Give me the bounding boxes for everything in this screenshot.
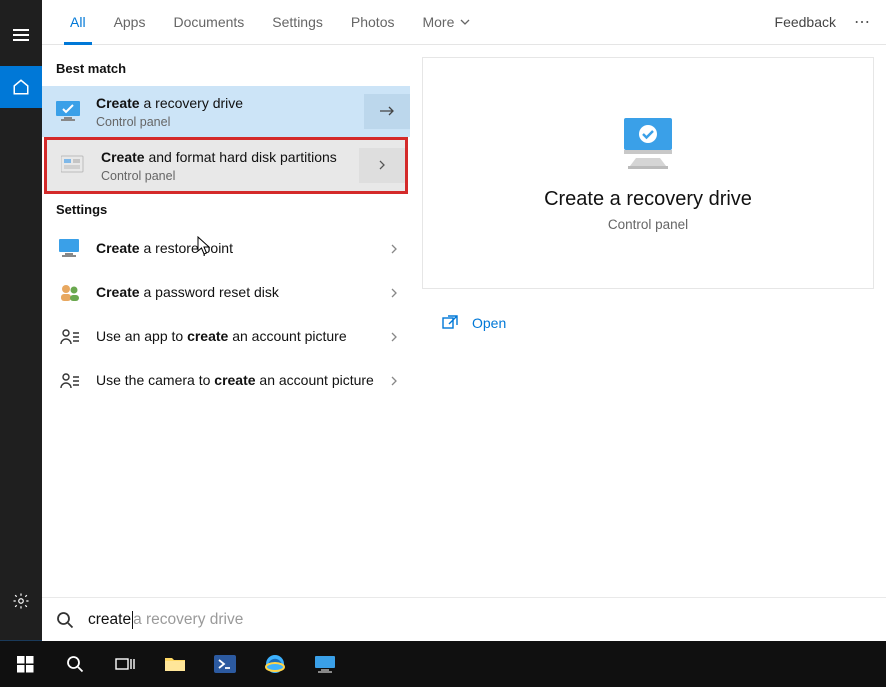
tab-more-label: More xyxy=(422,14,454,30)
preview-pane: Create a recovery drive Control panel Op… xyxy=(410,45,886,640)
settings-results: Create a restore point Create a password… xyxy=(42,227,410,403)
preview-open-label: Open xyxy=(472,315,506,331)
tab-documents[interactable]: Documents xyxy=(159,0,258,45)
settings-button[interactable] xyxy=(0,580,42,622)
search-typed-text: create xyxy=(88,611,131,629)
more-options-button[interactable]: ⋯ xyxy=(854,12,872,32)
result-title: Use an app to create an account picture xyxy=(96,327,374,346)
chevron-right-icon xyxy=(377,160,387,170)
result-title: Create a recovery drive xyxy=(96,94,360,113)
result-expand-button[interactable] xyxy=(359,148,405,183)
taskbar-file-explorer[interactable] xyxy=(150,641,200,687)
task-view-button[interactable] xyxy=(100,641,150,687)
taskbar-ie[interactable] xyxy=(250,641,300,687)
home-button[interactable] xyxy=(0,66,42,108)
tab-all[interactable]: All xyxy=(56,0,100,45)
cortana-sidebar xyxy=(0,0,42,640)
search-filter-bar: All Apps Documents Settings Photos More … xyxy=(42,0,886,45)
windows-icon xyxy=(17,656,34,673)
tab-photos[interactable]: Photos xyxy=(337,0,409,45)
result-title: Use the camera to create an account pict… xyxy=(96,371,374,390)
chevron-down-icon xyxy=(460,17,470,27)
tab-settings[interactable]: Settings xyxy=(258,0,337,45)
search-suggestion-text: a recovery drive xyxy=(133,611,243,629)
result-disk-partitions[interactable]: Create and format hard disk partitions C… xyxy=(44,137,408,194)
desktop-icon xyxy=(314,655,336,673)
result-expand-button[interactable] xyxy=(364,94,410,129)
result-expand-button[interactable] xyxy=(378,323,410,351)
hamburger-icon xyxy=(13,29,29,41)
ie-icon xyxy=(264,653,286,675)
result-subtitle: Control panel xyxy=(96,115,360,129)
chevron-right-icon xyxy=(389,376,399,386)
preview-subtitle: Control panel xyxy=(608,217,688,232)
tab-apps[interactable]: Apps xyxy=(100,0,160,45)
folder-icon xyxy=(164,655,186,673)
result-expand-button[interactable] xyxy=(378,279,410,307)
search-icon xyxy=(56,611,74,629)
preview-card: Create a recovery drive Control panel xyxy=(422,57,874,289)
taskbar xyxy=(0,641,886,687)
result-expand-button[interactable] xyxy=(378,367,410,395)
powershell-icon xyxy=(214,655,236,673)
search-input[interactable]: create a recovery drive xyxy=(42,597,886,641)
group-settings: Settings xyxy=(42,194,410,227)
result-password-reset[interactable]: Create a password reset disk xyxy=(42,271,410,315)
arrow-right-icon xyxy=(378,105,396,117)
taskbar-search-button[interactable] xyxy=(50,641,100,687)
feedback-link[interactable]: Feedback xyxy=(775,14,836,30)
search-icon xyxy=(66,655,84,673)
result-title: Create and format hard disk partitions xyxy=(101,148,355,167)
preview-open-action[interactable]: Open xyxy=(442,309,854,337)
home-icon xyxy=(12,78,30,96)
taskbar-powershell[interactable] xyxy=(200,641,250,687)
chevron-right-icon xyxy=(389,244,399,254)
gear-icon xyxy=(12,592,30,610)
taskbar-desktop[interactable] xyxy=(300,641,350,687)
result-recovery-drive[interactable]: Create a recovery drive Control panel xyxy=(42,86,410,137)
tab-more[interactable]: More xyxy=(408,0,484,45)
menu-button[interactable] xyxy=(0,14,42,56)
result-expand-button[interactable] xyxy=(378,235,410,263)
chevron-right-icon xyxy=(389,288,399,298)
users-icon xyxy=(56,279,84,307)
group-best-match: Best match xyxy=(42,53,410,86)
preview-title: Create a recovery drive xyxy=(544,188,752,211)
search-panel: All Apps Documents Settings Photos More … xyxy=(42,0,886,640)
result-subtitle: Control panel xyxy=(101,169,355,183)
start-button[interactable] xyxy=(0,641,50,687)
task-view-icon xyxy=(115,656,135,672)
person-list-icon xyxy=(56,323,84,351)
result-title: Create a restore point xyxy=(96,239,374,258)
result-restore-point[interactable]: Create a restore point xyxy=(42,227,410,271)
result-app-picture[interactable]: Use an app to create an account picture xyxy=(42,315,410,359)
person-list-icon xyxy=(56,367,84,395)
results-column: Best match Create a recovery drive Contr… xyxy=(42,45,410,640)
open-icon xyxy=(442,315,458,331)
disk-partitions-icon xyxy=(61,151,89,179)
chevron-right-icon xyxy=(389,332,399,342)
result-title: Create a password reset disk xyxy=(96,283,374,302)
monitor-check-icon xyxy=(56,97,84,125)
monitor-icon xyxy=(56,235,84,263)
preview-monitor-icon xyxy=(612,114,684,174)
result-camera-picture[interactable]: Use the camera to create an account pict… xyxy=(42,359,410,403)
